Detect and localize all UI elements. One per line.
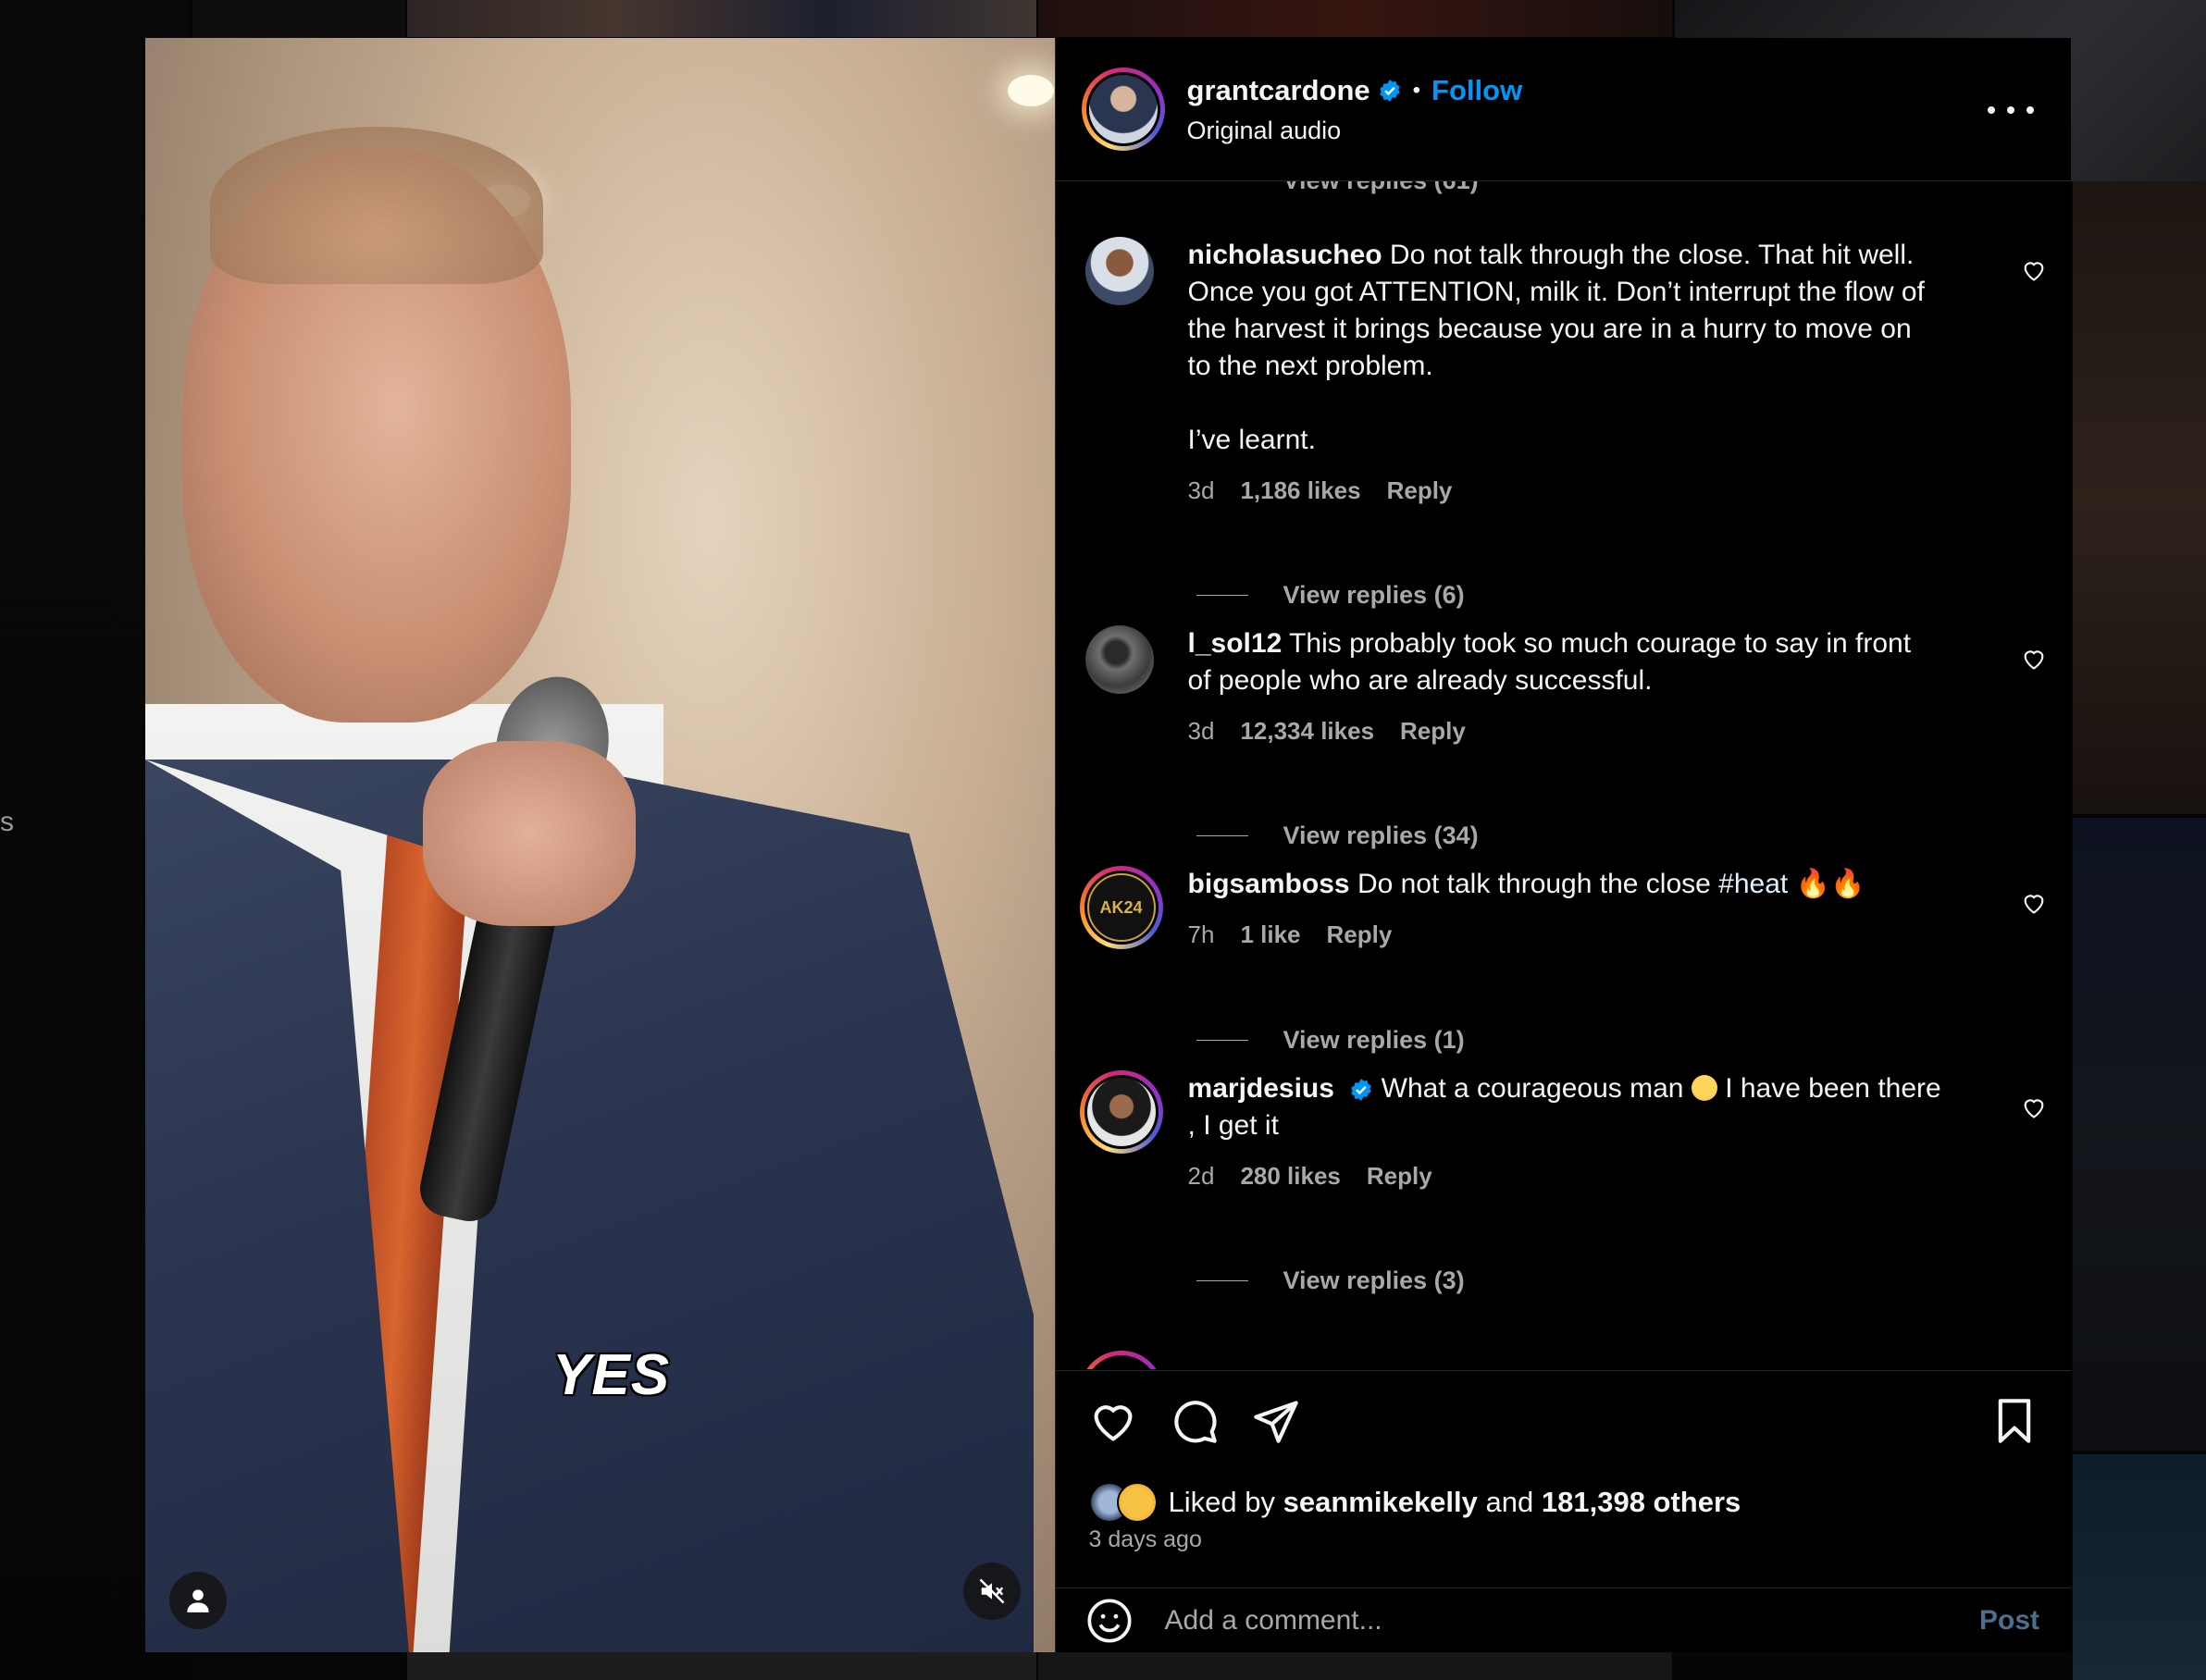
comment-time[interactable]: 7h bbox=[1188, 916, 1215, 953]
author-avatar[interactable] bbox=[1081, 68, 1165, 151]
heart-icon[interactable] bbox=[2021, 646, 2047, 672]
background-tile bbox=[407, 1652, 1036, 1680]
post-modal: YES grantcardone • Follow Original audio… bbox=[145, 38, 2071, 1652]
background-tile bbox=[2073, 818, 2206, 1451]
background-tile bbox=[407, 0, 1036, 37]
mute-button[interactable] bbox=[963, 1563, 1021, 1620]
emoji-icon[interactable] bbox=[1085, 1597, 1134, 1645]
comment-likes[interactable]: 12,334 likes bbox=[1240, 712, 1374, 749]
heart-icon[interactable] bbox=[2021, 1094, 2047, 1120]
comment-likes[interactable]: 280 likes bbox=[1240, 1157, 1340, 1194]
user-icon bbox=[187, 1589, 209, 1612]
comment-text: I’ve learnt. bbox=[1187, 425, 1316, 455]
comment-username[interactable]: nicholasucheo bbox=[1188, 240, 1382, 270]
comment-likes[interactable]: 1,186 likes bbox=[1240, 472, 1360, 509]
comment-text: Do not talk through the close. That hit … bbox=[1389, 240, 1915, 270]
view-replies-button[interactable]: View replies (6) bbox=[1196, 581, 1465, 610]
fire-emoji: 🔥🔥 bbox=[1795, 869, 1865, 899]
comment-time[interactable]: 3d bbox=[1188, 712, 1215, 749]
comment-username[interactable]: marjdesius bbox=[1188, 1073, 1334, 1104]
comment-composer: Add a comment... Post bbox=[1055, 1587, 2071, 1653]
view-replies-button[interactable]: View replies (1) bbox=[1196, 1026, 1465, 1055]
comment-text: , I get it bbox=[1187, 1110, 1279, 1141]
post-actions: Liked by seanmikekelly and 181,398 other… bbox=[1055, 1370, 2071, 1588]
reply-button[interactable]: Reply bbox=[1400, 712, 1466, 749]
comment-likes[interactable]: 1 like bbox=[1240, 916, 1300, 953]
background-tile bbox=[2073, 1454, 2206, 1680]
follow-button[interactable]: Follow bbox=[1431, 74, 1522, 107]
video-hand bbox=[423, 741, 636, 926]
comment-icon[interactable] bbox=[1171, 1397, 1219, 1445]
commenter-avatar[interactable] bbox=[1084, 237, 1154, 305]
comment-text: I have been there bbox=[1725, 1073, 1941, 1104]
comment-text: to the next problem. bbox=[1187, 351, 1433, 381]
reply-button[interactable]: Reply bbox=[1327, 916, 1393, 953]
commenter-avatar[interactable] bbox=[1079, 1351, 1163, 1369]
heart-icon[interactable] bbox=[2021, 257, 2047, 283]
reply-button[interactable]: Reply bbox=[1367, 1157, 1432, 1194]
liked-by-row: Liked by seanmikekelly and 181,398 other… bbox=[1088, 1482, 1741, 1523]
share-icon[interactable] bbox=[1252, 1397, 1300, 1445]
view-replies-button[interactable]: View replies (3) bbox=[1196, 1266, 1465, 1295]
background-tile bbox=[1038, 1652, 1672, 1680]
comment-username[interactable]: l_sol12 bbox=[1188, 628, 1283, 659]
comment-text: Once you got ATTENTION, milk it. Don’t i… bbox=[1187, 277, 1925, 307]
background-tile bbox=[2073, 181, 2206, 814]
comment-username[interactable]: bigsamboss bbox=[1188, 869, 1350, 899]
comment-text: What a courageous man bbox=[1381, 1073, 1684, 1104]
author-username[interactable]: grantcardone bbox=[1187, 74, 1370, 107]
comment-text: of people who are already successful. bbox=[1187, 665, 1653, 696]
teary-emoji-icon bbox=[1691, 1075, 1717, 1101]
background-tile bbox=[1038, 0, 1672, 37]
comment-text: This probably took so much courage to sa… bbox=[1289, 628, 1912, 659]
liker-avatar[interactable] bbox=[1116, 1482, 1158, 1523]
ak24-logo: AK24 bbox=[1086, 873, 1156, 942]
comment-text: Do not talk through the close bbox=[1357, 869, 1719, 899]
original-audio-link[interactable]: Original audio bbox=[1187, 117, 1523, 145]
commenter-avatar[interactable] bbox=[1084, 625, 1154, 694]
like-icon[interactable] bbox=[1089, 1397, 1137, 1445]
comment-time[interactable]: 3d bbox=[1188, 472, 1215, 509]
post-details-panel: grantcardone • Follow Original audio Vie… bbox=[1054, 38, 2071, 1653]
mute-icon bbox=[979, 1578, 1005, 1604]
likes-count[interactable]: 181,398 others bbox=[1542, 1486, 1741, 1518]
post-header: grantcardone • Follow Original audio bbox=[1055, 38, 2071, 181]
comment-input[interactable]: Add a comment... bbox=[1165, 1605, 1979, 1637]
separator-dot: • bbox=[1412, 77, 1421, 103]
more-options-button[interactable] bbox=[1988, 92, 2034, 129]
view-replies-button[interactable]: View replies (61) bbox=[1196, 181, 1479, 195]
save-icon[interactable] bbox=[1990, 1397, 2039, 1445]
video-caption: YES bbox=[552, 1343, 671, 1407]
tagged-users-button[interactable] bbox=[169, 1572, 227, 1629]
comments-list[interactable]: View replies (61) nicholasucheo Do not t… bbox=[1056, 181, 2071, 1369]
comment-text: the harvest it brings because you are in… bbox=[1187, 314, 1912, 344]
verified-icon bbox=[1351, 1079, 1372, 1101]
view-replies-button[interactable]: View replies (34) bbox=[1196, 821, 1479, 850]
commenter-avatar[interactable] bbox=[1079, 1070, 1163, 1154]
commenter-avatar[interactable]: AK24 bbox=[1079, 866, 1163, 949]
background-edge-text: s bbox=[0, 807, 14, 837]
post-comment-button[interactable]: Post bbox=[1979, 1605, 2039, 1637]
verified-icon bbox=[1379, 79, 1400, 102]
post-timestamp[interactable]: 3 days ago bbox=[1089, 1526, 1202, 1553]
video-person-hair bbox=[210, 127, 543, 284]
hashtag-link[interactable]: #heat bbox=[1718, 869, 1788, 899]
reel-video[interactable]: YES bbox=[145, 38, 1055, 1652]
comment-time[interactable]: 2d bbox=[1188, 1157, 1215, 1194]
heart-icon[interactable] bbox=[2021, 890, 2047, 916]
liker-username[interactable]: seanmikekelly bbox=[1283, 1486, 1478, 1518]
ceiling-light bbox=[1008, 75, 1054, 106]
more-icon bbox=[1988, 106, 1995, 114]
reply-button[interactable]: Reply bbox=[1387, 472, 1453, 509]
